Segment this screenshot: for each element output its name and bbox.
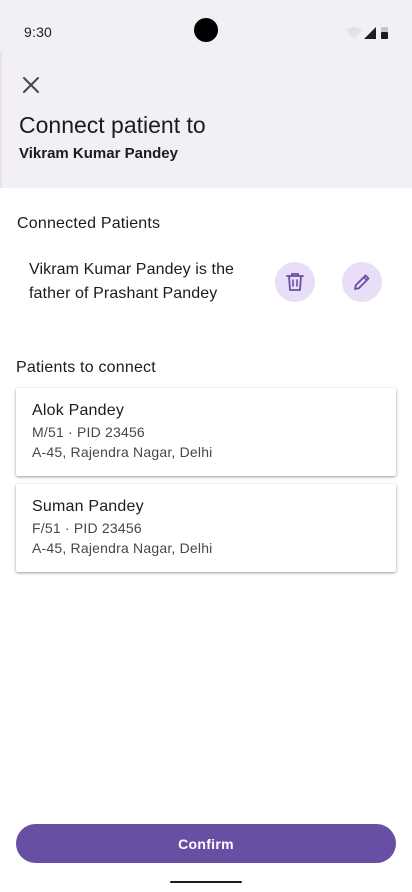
- page-subtitle: Vikram Kumar Pandey: [19, 145, 178, 162]
- status-time: 9:30: [24, 24, 53, 40]
- patient-address: A-45, Rajendra Nagar, Delhi: [32, 444, 213, 460]
- status-bar: 9:30: [0, 0, 412, 52]
- patient-meta: M/51 · PID 23456: [32, 424, 145, 440]
- signal-icon: [364, 27, 376, 39]
- battery-icon: [381, 27, 388, 39]
- edit-connection-button[interactable]: [342, 262, 382, 302]
- connected-patients-heading: Connected Patients: [17, 215, 161, 232]
- delete-connection-button[interactable]: [275, 262, 315, 302]
- wifi-icon: [346, 27, 362, 39]
- status-icons: [346, 27, 388, 39]
- patient-address: A-45, Rajendra Nagar, Delhi: [32, 540, 213, 556]
- confirm-button[interactable]: Confirm: [16, 824, 396, 863]
- trash-icon: [286, 273, 304, 291]
- patients-to-connect-heading: Patients to connect: [16, 359, 156, 376]
- camera-cutout: [194, 18, 218, 42]
- patient-meta: F/51 · PID 23456: [32, 520, 142, 536]
- patient-card[interactable]: Alok Pandey M/51 · PID 23456 A-45, Rajen…: [16, 388, 396, 476]
- pencil-icon: [354, 274, 370, 290]
- connected-patient-text: Vikram Kumar Pandey is the father of Pra…: [29, 261, 235, 302]
- header: Connect patient to Vikram Kumar Pandey: [0, 52, 412, 188]
- page-title: Connect patient to: [19, 112, 206, 138]
- close-button[interactable]: [16, 70, 46, 100]
- close-icon: [23, 77, 39, 93]
- patient-card[interactable]: Suman Pandey F/51 · PID 23456 A-45, Raje…: [16, 484, 396, 572]
- home-indicator: [170, 881, 242, 883]
- patient-name: Suman Pandey: [32, 498, 144, 515]
- patient-name: Alok Pandey: [32, 402, 125, 419]
